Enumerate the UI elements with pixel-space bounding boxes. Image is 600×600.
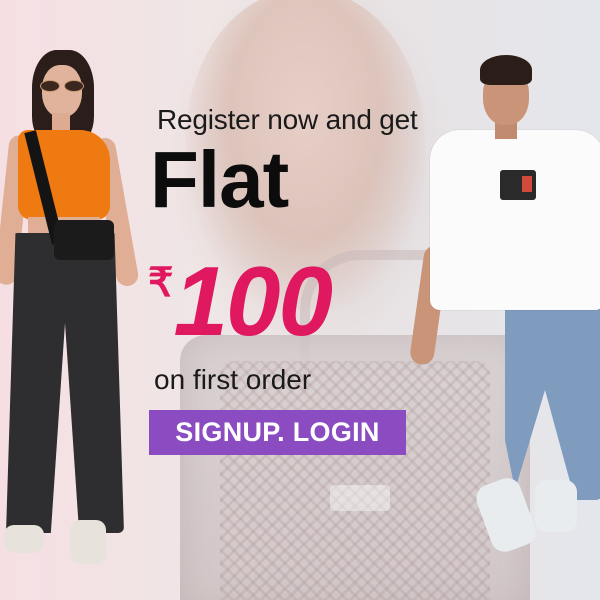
headline-prefix: Register now and get (157, 104, 418, 135)
discount-amount: ₹100 (148, 252, 333, 350)
promo-banner[interactable]: Register now and get Flat ₹100 on first … (0, 0, 600, 600)
headline-main: Flat (150, 135, 289, 224)
signup-login-button[interactable]: SIGNUP. LOGIN (149, 410, 406, 455)
rupee-icon: ₹ (148, 261, 174, 305)
amount-value: 100 (173, 246, 333, 356)
promo-copy: Register now and get Flat ₹100 on first … (0, 0, 600, 600)
headline-suffix: on first order (154, 364, 312, 395)
